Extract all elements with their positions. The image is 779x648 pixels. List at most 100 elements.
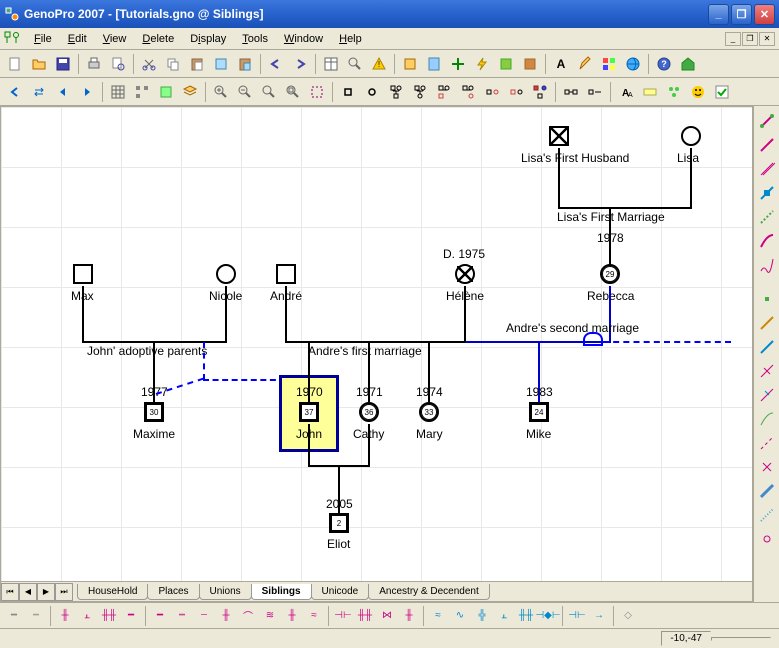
bstyle-5[interactable]: ╫╫ (99, 607, 119, 625)
person-nicole[interactable] (216, 264, 236, 284)
bstyle-1[interactable]: ━ (4, 607, 24, 625)
minimize-button[interactable]: _ (708, 4, 729, 25)
add-parents-f-button[interactable] (409, 81, 431, 103)
tab-siblings[interactable]: Siblings (251, 584, 312, 600)
book-button[interactable] (495, 53, 517, 75)
bstyle-27[interactable]: ◇ (618, 607, 638, 625)
bstyle-25[interactable]: ⊣⊢ (567, 607, 587, 625)
nav-swap-icon[interactable] (28, 81, 50, 103)
add-daughter-button[interactable] (457, 81, 479, 103)
maximize-button[interactable]: ❐ (731, 4, 752, 25)
print-button[interactable] (83, 53, 105, 75)
new-button[interactable] (4, 53, 26, 75)
bstyle-18[interactable]: ╫ (399, 607, 419, 625)
bstyle-11[interactable]: ⌒ (238, 607, 258, 625)
copy-image-button[interactable] (210, 53, 232, 75)
rel-5-button[interactable] (756, 206, 778, 228)
add-wife-button[interactable] (481, 81, 503, 103)
doc-restore-button[interactable]: ❐ (742, 32, 758, 46)
tab-places[interactable]: Places (147, 584, 199, 600)
bstyle-19[interactable]: ≈ (428, 607, 448, 625)
tab-unicode[interactable]: Unicode (311, 584, 370, 600)
rel-17-button[interactable] (756, 504, 778, 526)
bstyle-22[interactable]: ⫠ (494, 607, 514, 625)
rel-18-button[interactable] (756, 528, 778, 550)
bstyle-24[interactable]: ⊣◆⊢ (538, 607, 558, 625)
menu-display[interactable]: Display (182, 31, 234, 47)
person-max[interactable] (73, 264, 93, 284)
tab-unions[interactable]: Unions (199, 584, 252, 600)
familywizard-button[interactable] (399, 53, 421, 75)
undo-button[interactable] (265, 53, 287, 75)
rel-10-button[interactable] (756, 336, 778, 358)
zoomout-button[interactable] (234, 81, 256, 103)
menu-help[interactable]: Help (331, 31, 370, 47)
align-button[interactable] (131, 81, 153, 103)
bstyle-13[interactable]: ╫ (282, 607, 302, 625)
bstyle-20[interactable]: ∿ (450, 607, 470, 625)
add-parents-m-button[interactable] (385, 81, 407, 103)
add-family-button[interactable] (529, 81, 551, 103)
bstyle-10[interactable]: ╫ (216, 607, 236, 625)
nav-right-icon[interactable] (76, 81, 98, 103)
zoomfit-button[interactable] (282, 81, 304, 103)
doc-minimize-button[interactable]: _ (725, 32, 741, 46)
person-helene[interactable] (455, 264, 475, 284)
rel-1-button[interactable] (756, 110, 778, 132)
close-button[interactable]: ✕ (754, 4, 775, 25)
rel-9-button[interactable] (756, 312, 778, 334)
bolt-button[interactable] (471, 53, 493, 75)
layers-button[interactable] (179, 81, 201, 103)
menu-view[interactable]: View (95, 31, 135, 47)
add-female-button[interactable] (361, 81, 383, 103)
nav-left-icon[interactable] (4, 81, 26, 103)
bstyle-3[interactable]: ╫ (55, 607, 75, 625)
text-button[interactable]: A (550, 53, 572, 75)
table-button[interactable] (320, 53, 342, 75)
grid-button[interactable] (107, 81, 129, 103)
tab-prev-button[interactable]: ◀ (19, 583, 37, 601)
genogram-canvas[interactable]: Lisa's First Husband Lisa Lisa's First M… (1, 107, 752, 601)
zoombox-button[interactable] (306, 81, 328, 103)
bstyle-9[interactable]: ┄ (194, 607, 214, 625)
bstyle-23[interactable]: ╫╫ (516, 607, 536, 625)
rel-4-button[interactable] (756, 182, 778, 204)
redo-button[interactable] (289, 53, 311, 75)
save-button[interactable] (52, 53, 74, 75)
font-button[interactable]: AA (615, 81, 637, 103)
menu-edit[interactable]: Edit (60, 31, 95, 47)
person-lisas-first-husband[interactable] (549, 126, 569, 146)
bstyle-15[interactable]: ⊣⊢ (333, 607, 353, 625)
bstyle-21[interactable]: ╬ (472, 607, 492, 625)
menu-file[interactable]: File (26, 31, 60, 47)
rel-12-button[interactable] (756, 384, 778, 406)
rel-14-button[interactable] (756, 432, 778, 454)
check-button[interactable] (711, 81, 733, 103)
rel-6-button[interactable] (756, 230, 778, 252)
zoom100-button[interactable] (258, 81, 280, 103)
canvas-area[interactable]: Lisa's First Husband Lisa Lisa's First M… (0, 106, 753, 602)
bstyle-17[interactable]: ⋈ (377, 607, 397, 625)
report-button[interactable] (423, 53, 445, 75)
emoji-button[interactable] (687, 81, 709, 103)
add-male-button[interactable] (337, 81, 359, 103)
label-button[interactable] (639, 81, 661, 103)
bstyle-26[interactable]: → (589, 607, 609, 625)
cut-button[interactable] (138, 53, 160, 75)
person-andre[interactable] (276, 264, 296, 284)
tab-next-button[interactable]: ▶ (37, 583, 55, 601)
rel-8-button[interactable] (756, 288, 778, 310)
social-button[interactable] (663, 81, 685, 103)
home-button[interactable] (677, 53, 699, 75)
print-preview-button[interactable] (107, 53, 129, 75)
bstyle-8[interactable]: ┅ (172, 607, 192, 625)
help-button[interactable]: ? (653, 53, 675, 75)
globe-button[interactable] (622, 53, 644, 75)
bstyle-4[interactable]: ⫠ (77, 607, 97, 625)
open-button[interactable] (28, 53, 50, 75)
problems-button[interactable]: ! (368, 53, 390, 75)
rel-15-button[interactable] (756, 456, 778, 478)
tab-ancestry[interactable]: Ancestry & Decendent (368, 584, 490, 600)
shape-button[interactable] (155, 81, 177, 103)
color-button[interactable] (598, 53, 620, 75)
